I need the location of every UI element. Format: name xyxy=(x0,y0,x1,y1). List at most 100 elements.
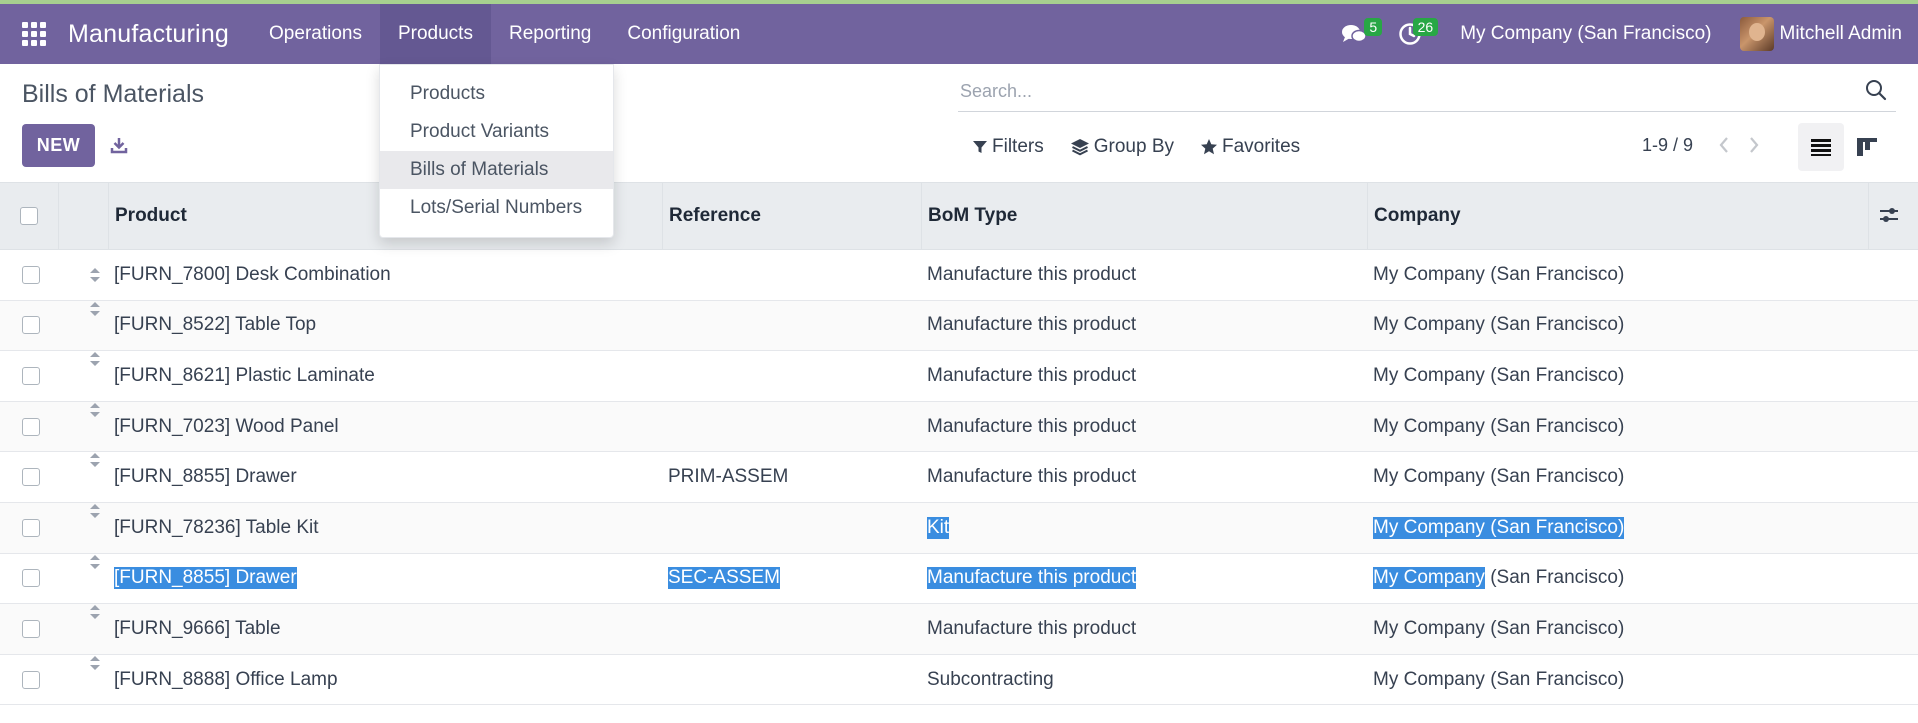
bom-type-cell[interactable]: Subcontracting xyxy=(927,669,1054,691)
reference-cell[interactable]: PRIM-ASSEM xyxy=(668,466,788,488)
menu-item-product-variants[interactable]: Product Variants xyxy=(380,113,613,151)
bom-type-cell[interactable]: Manufacture this product xyxy=(927,618,1136,640)
row-checkbox[interactable] xyxy=(22,468,40,487)
drag-handle[interactable] xyxy=(89,503,101,553)
select-all-checkbox[interactable] xyxy=(20,207,38,225)
list-view-button[interactable] xyxy=(1798,123,1844,171)
chevron-right-icon xyxy=(1750,137,1759,153)
user-menu[interactable]: Mitchell Admin xyxy=(1739,17,1902,51)
sort-handle-icon xyxy=(90,503,100,518)
layers-icon xyxy=(1070,139,1089,156)
activities-button[interactable]: 26 xyxy=(1390,4,1439,64)
menu-item-lots-serial-numbers[interactable]: Lots/Serial Numbers xyxy=(380,189,613,227)
bom-type-cell[interactable]: Manufacture this product xyxy=(927,314,1136,336)
product-cell[interactable]: [FURN_8522] Table Top xyxy=(114,314,316,336)
column-header-company[interactable]: Company xyxy=(1367,183,1868,249)
search-icon[interactable] xyxy=(1864,78,1888,102)
company-cell[interactable]: My Company (San Francisco) xyxy=(1373,365,1624,387)
table-row[interactable]: [FURN_9666] Table Manufacture this produ… xyxy=(0,604,1918,655)
product-cell[interactable]: [FURN_8888] Office Lamp xyxy=(114,669,338,691)
row-checkbox-cell xyxy=(22,655,40,705)
drag-handle[interactable] xyxy=(89,554,101,604)
company-cell[interactable]: My Company (San Francisco) xyxy=(1373,264,1624,286)
company-cell[interactable]: My Company (San Francisco) xyxy=(1373,516,1625,539)
company-cell[interactable]: My Company (San Francisco) xyxy=(1373,554,1624,604)
apps-grid-icon xyxy=(22,22,46,46)
drag-handle[interactable] xyxy=(89,250,101,300)
row-checkbox[interactable] xyxy=(22,518,40,537)
table-row[interactable]: [FURN_8888] Office Lamp Subcontracting M… xyxy=(0,655,1918,706)
bom-type-cell[interactable]: Manufacture this product xyxy=(927,567,1137,590)
row-checkbox-cell xyxy=(22,604,40,654)
bom-type-cell[interactable]: Manufacture this product xyxy=(927,466,1136,488)
row-checkbox[interactable] xyxy=(22,316,40,335)
kanban-view-button[interactable] xyxy=(1844,123,1890,171)
row-checkbox[interactable] xyxy=(22,670,40,689)
company-cell[interactable]: My Company (San Francisco) xyxy=(1373,669,1624,691)
pager: 1-9 / 9 xyxy=(1642,133,1773,157)
menu-reporting[interactable]: Reporting xyxy=(491,4,609,64)
menu-item-products[interactable]: Products xyxy=(380,75,613,113)
company-switcher[interactable]: My Company (San Francisco) xyxy=(1460,23,1711,45)
table-row[interactable]: [FURN_7800] Desk Combination Manufacture… xyxy=(0,250,1918,301)
company-cell[interactable]: My Company (San Francisco) xyxy=(1373,314,1624,336)
bom-type-cell[interactable]: Kit xyxy=(927,516,950,539)
product-cell[interactable]: [FURN_8621] Plastic Laminate xyxy=(114,365,375,387)
product-cell[interactable]: [FURN_9666] Table xyxy=(114,618,281,640)
bom-type-cell[interactable]: Manufacture this product xyxy=(927,416,1136,438)
product-cell[interactable]: [FURN_78236] Table Kit xyxy=(114,517,319,539)
product-cell[interactable]: [FURN_8855] Drawer xyxy=(114,466,297,488)
pager-value[interactable]: 1-9 / 9 xyxy=(1642,135,1693,156)
sort-handle-icon xyxy=(90,655,100,670)
row-checkbox[interactable] xyxy=(22,619,40,638)
column-header-bom-type[interactable]: BoM Type xyxy=(921,183,1367,249)
row-checkbox[interactable] xyxy=(22,265,40,284)
sort-handle-icon xyxy=(90,301,100,316)
drag-handle[interactable] xyxy=(89,402,101,452)
filters-button[interactable]: Filters xyxy=(972,136,1044,158)
company-cell[interactable]: My Company (San Francisco) xyxy=(1373,466,1624,488)
row-checkbox[interactable] xyxy=(22,366,40,385)
drag-handle[interactable] xyxy=(89,655,101,705)
drag-handle[interactable] xyxy=(89,351,101,401)
download-button[interactable] xyxy=(106,132,132,158)
table-row[interactable]: [FURN_78236] Table Kit Kit My Company (S… xyxy=(0,502,1918,554)
new-button[interactable]: NEW xyxy=(22,124,95,167)
drag-handle[interactable] xyxy=(89,301,101,351)
pager-next-button[interactable] xyxy=(1743,133,1765,157)
pager-previous-button[interactable] xyxy=(1713,133,1735,157)
table-row[interactable]: [FURN_8621] Plastic Laminate Manufacture… xyxy=(0,351,1918,402)
page-title[interactable]: Bills of Materials xyxy=(22,80,204,109)
optional-columns-icon[interactable] xyxy=(1878,204,1900,226)
messages-badge: 5 xyxy=(1364,18,1383,36)
row-checkbox-cell xyxy=(22,402,40,452)
product-cell[interactable]: [FURN_8855] Drawer xyxy=(114,567,297,590)
menu-operations[interactable]: Operations xyxy=(251,4,380,64)
row-checkbox[interactable] xyxy=(22,417,40,436)
row-checkbox[interactable] xyxy=(22,569,40,588)
product-cell[interactable]: [FURN_7800] Desk Combination xyxy=(114,264,391,286)
reference-cell[interactable]: SEC-ASSEM xyxy=(668,567,780,590)
table-row[interactable]: [FURN_7023] Wood Panel Manufacture this … xyxy=(0,401,1918,453)
company-cell[interactable]: My Company (San Francisco) xyxy=(1373,618,1624,640)
favorites-button[interactable]: Favorites xyxy=(1200,136,1300,158)
row-checkbox-cell xyxy=(22,503,40,553)
product-cell[interactable]: [FURN_7023] Wood Panel xyxy=(114,416,339,438)
menu-configuration[interactable]: Configuration xyxy=(609,4,758,64)
menu-products[interactable]: Products xyxy=(379,4,491,64)
drag-handle[interactable] xyxy=(89,452,101,502)
messages-button[interactable]: 5 xyxy=(1334,4,1383,64)
bom-type-cell[interactable]: Manufacture this product xyxy=(927,365,1136,387)
group-by-button[interactable]: Group By xyxy=(1070,136,1174,158)
drag-handle[interactable] xyxy=(89,604,101,654)
company-cell[interactable]: My Company (San Francisco) xyxy=(1373,416,1624,438)
menu-item-bills-of-materials[interactable]: Bills of Materials xyxy=(380,151,613,189)
table-row[interactable]: [FURN_8855] Drawer SEC-ASSEM Manufacture… xyxy=(0,554,1918,605)
app-name[interactable]: Manufacturing xyxy=(68,20,229,49)
apps-menu-button[interactable] xyxy=(0,4,68,64)
search-input[interactable] xyxy=(958,74,1838,108)
table-row[interactable]: [FURN_8522] Table Top Manufacture this p… xyxy=(0,300,1918,352)
table-row[interactable]: [FURN_8855] Drawer PRIM-ASSEM Manufactur… xyxy=(0,452,1918,503)
column-header-reference[interactable]: Reference xyxy=(662,183,921,249)
bom-type-cell[interactable]: Manufacture this product xyxy=(927,264,1136,286)
